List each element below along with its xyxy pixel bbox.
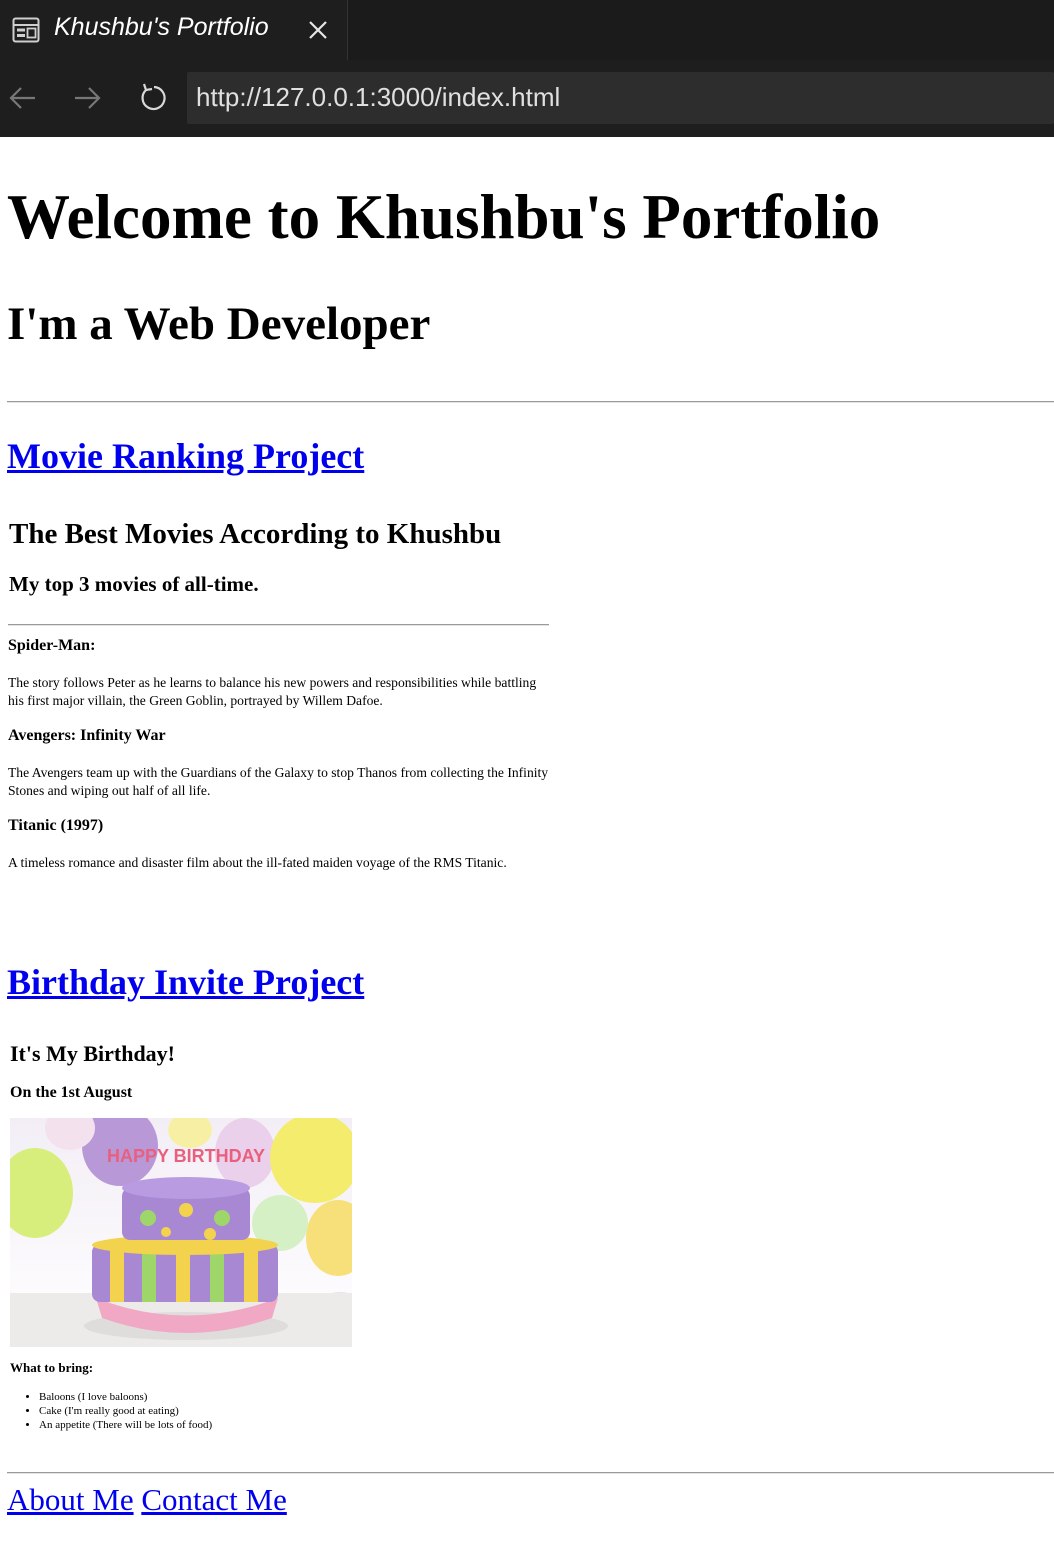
about-me-link[interactable]: About Me [7, 1482, 134, 1517]
movie-title: Spider-Man: [8, 637, 96, 654]
address-bar[interactable]: http://127.0.0.1:3000/index.html [187, 72, 1054, 124]
page-layout-icon [12, 17, 40, 43]
page-title: Welcome to Khushbu's Portfolio [7, 182, 881, 252]
footer-divider [7, 1472, 1054, 1474]
close-icon[interactable] [306, 18, 330, 42]
bring-list: Baloons (I love baloons) Cake (I'm reall… [30, 1390, 212, 1432]
movie-description: The story follows Peter as he learns to … [8, 675, 537, 708]
back-arrow-icon[interactable] [7, 82, 39, 114]
tab-bar: Khushbu's Portfolio [0, 0, 1054, 60]
movie-ranking-project-link[interactable]: Movie Ranking Project [7, 435, 364, 477]
movie-title: Titanic (1997) [8, 817, 104, 834]
reload-icon[interactable] [137, 82, 169, 114]
birthday-date: On the 1st August [10, 1084, 133, 1101]
tab-title: Khushbu's Portfolio [54, 13, 269, 41]
browser-chrome: Khushbu's Portfolio http://127.0.0.1:300… [0, 0, 1054, 137]
movie-page-heading: The Best Movies According to Khushbu [9, 518, 502, 550]
movie-description: The Avengers team up with the Guardians … [8, 765, 549, 798]
birthday-invite-project-link[interactable]: Birthday Invite Project [7, 961, 364, 1003]
birthday-heading: It's My Birthday! [10, 1041, 175, 1066]
browser-tab[interactable]: Khushbu's Portfolio [0, 0, 348, 60]
what-to-bring-heading: What to bring: [10, 1360, 94, 1375]
list-item: Cake (I'm really good at eating) [39, 1404, 212, 1418]
list-item: Baloons (I love baloons) [39, 1390, 212, 1404]
url-text[interactable]: http://127.0.0.1:3000/index.html [196, 82, 560, 113]
movie-divider [8, 624, 549, 626]
birthday-cake-image: HAPPY BIRTHDAY [10, 1118, 352, 1347]
page-content: Welcome to Khushbu's Portfolio I'm a Web… [0, 137, 1054, 1546]
movie-page-subheading: My top 3 movies of all-time. [9, 572, 259, 596]
contact-me-link[interactable]: Contact Me [141, 1482, 287, 1517]
movie-title: Avengers: Infinity War [8, 727, 166, 744]
forward-arrow-icon[interactable] [71, 82, 103, 114]
list-item: An appetite (There will be lots of food) [39, 1418, 212, 1432]
divider [7, 401, 1054, 403]
footer-links: About Me Contact Me [7, 1482, 287, 1518]
cake-text: HAPPY BIRTHDAY [107, 1146, 265, 1166]
page-subtitle: I'm a Web Developer [7, 298, 431, 350]
movie-description: A timeless romance and disaster film abo… [8, 855, 507, 870]
